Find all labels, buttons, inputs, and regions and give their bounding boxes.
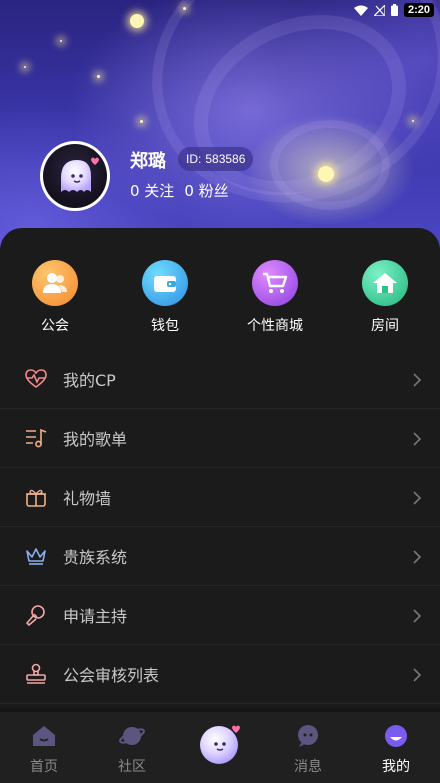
- menu-item-noble-system[interactable]: 贵族系统: [0, 527, 440, 586]
- star: [412, 120, 414, 122]
- menu-item-label: 我的CP: [63, 371, 116, 390]
- crown-icon: [24, 544, 48, 568]
- cart-icon: [252, 260, 298, 306]
- quick-action-label: 个性商城: [247, 318, 303, 334]
- quick-action-label: 房间: [371, 318, 399, 334]
- center-ghost-button[interactable]: [198, 722, 242, 766]
- menu-item-label: 礼物墙: [63, 489, 112, 508]
- menu-item-label: 公会审核列表: [63, 666, 160, 685]
- wallet-icon: [142, 260, 188, 306]
- nav-messages[interactable]: 消息: [264, 712, 352, 776]
- chat-bubble-icon: [295, 724, 321, 752]
- quick-action-guild[interactable]: 公会: [0, 260, 110, 335]
- quick-action-label: 钱包: [151, 318, 179, 334]
- star: [318, 166, 334, 182]
- menu-item-my-playlist[interactable]: 我的歌单: [0, 409, 440, 468]
- quick-action-store[interactable]: 个性商城: [220, 260, 330, 335]
- nav-mine[interactable]: 我的: [352, 712, 440, 776]
- status-time: 2:20: [403, 3, 434, 17]
- nav-community[interactable]: 社区: [88, 712, 176, 776]
- star: [140, 120, 143, 123]
- chevron-right-icon: [412, 372, 422, 387]
- nav-label: 社区: [118, 759, 146, 775]
- gift-icon: [24, 485, 48, 509]
- quick-action-wallet[interactable]: 钱包: [110, 260, 220, 335]
- star: [24, 66, 26, 68]
- avatar[interactable]: [40, 141, 110, 211]
- id-value: 583586: [205, 152, 246, 166]
- profile-content-card: 公会 钱包 个性商城 房间 我的CP 我的歌单 礼物墙 贵族系统 申请主持 公会…: [0, 228, 440, 708]
- profile-menu: 我的CP 我的歌单 礼物墙 贵族系统 申请主持 公会审核列表: [0, 350, 440, 704]
- chevron-right-icon: [412, 667, 422, 682]
- planet-icon: [119, 724, 145, 752]
- heartbeat-icon: [24, 367, 48, 391]
- home-icon: [362, 260, 408, 306]
- quick-action-label: 公会: [41, 318, 69, 334]
- menu-item-apply-host[interactable]: 申请主持: [0, 586, 440, 645]
- menu-item-label: 我的歌单: [63, 430, 128, 449]
- fans-count[interactable]: 0 粉丝: [184, 180, 228, 201]
- follow-stats: 0 关注 0 粉丝: [130, 180, 229, 201]
- ghost-mascot-icon: [200, 725, 240, 764]
- star: [97, 75, 100, 78]
- nav-label: 消息: [294, 759, 322, 775]
- menu-item-label: 申请主持: [63, 607, 128, 626]
- users-icon: [32, 260, 78, 306]
- home-icon: [31, 724, 57, 752]
- nav-label: 首页: [30, 759, 58, 775]
- menu-item-my-cp[interactable]: 我的CP: [0, 350, 440, 409]
- star: [183, 7, 186, 10]
- user-name: 郑璐: [130, 151, 166, 172]
- quick-actions: 公会 钱包 个性商城 房间: [0, 260, 440, 335]
- no-signal-icon: [372, 1, 386, 20]
- battery-icon: [390, 1, 398, 20]
- quick-action-room[interactable]: 房间: [330, 260, 440, 335]
- star: [60, 40, 62, 42]
- microphone-icon: [24, 603, 48, 627]
- following-count[interactable]: 0 关注: [130, 180, 174, 201]
- profile-header-background: [0, 0, 440, 262]
- chevron-right-icon: [412, 608, 422, 623]
- status-bar: 2:20: [353, 0, 440, 20]
- menu-item-gift-wall[interactable]: 礼物墙: [0, 468, 440, 527]
- profile-face-icon: [383, 724, 409, 752]
- playlist-icon: [24, 426, 48, 450]
- user-id-badge[interactable]: ID: 583586: [178, 147, 254, 171]
- menu-item-guild-review-list[interactable]: 公会审核列表: [0, 645, 440, 704]
- wifi-icon: [353, 1, 368, 20]
- chevron-right-icon: [412, 490, 422, 505]
- menu-item-label: 贵族系统: [63, 548, 128, 567]
- chevron-right-icon: [412, 549, 422, 564]
- id-label: ID:: [186, 152, 202, 166]
- nav-home[interactable]: 首页: [0, 712, 88, 776]
- star: [130, 14, 144, 28]
- ghost-avatar-icon: [43, 144, 107, 208]
- chevron-right-icon: [412, 431, 422, 446]
- stamp-icon: [24, 662, 48, 686]
- galaxy-swirl: [270, 120, 390, 210]
- nav-label: 我的: [382, 759, 410, 775]
